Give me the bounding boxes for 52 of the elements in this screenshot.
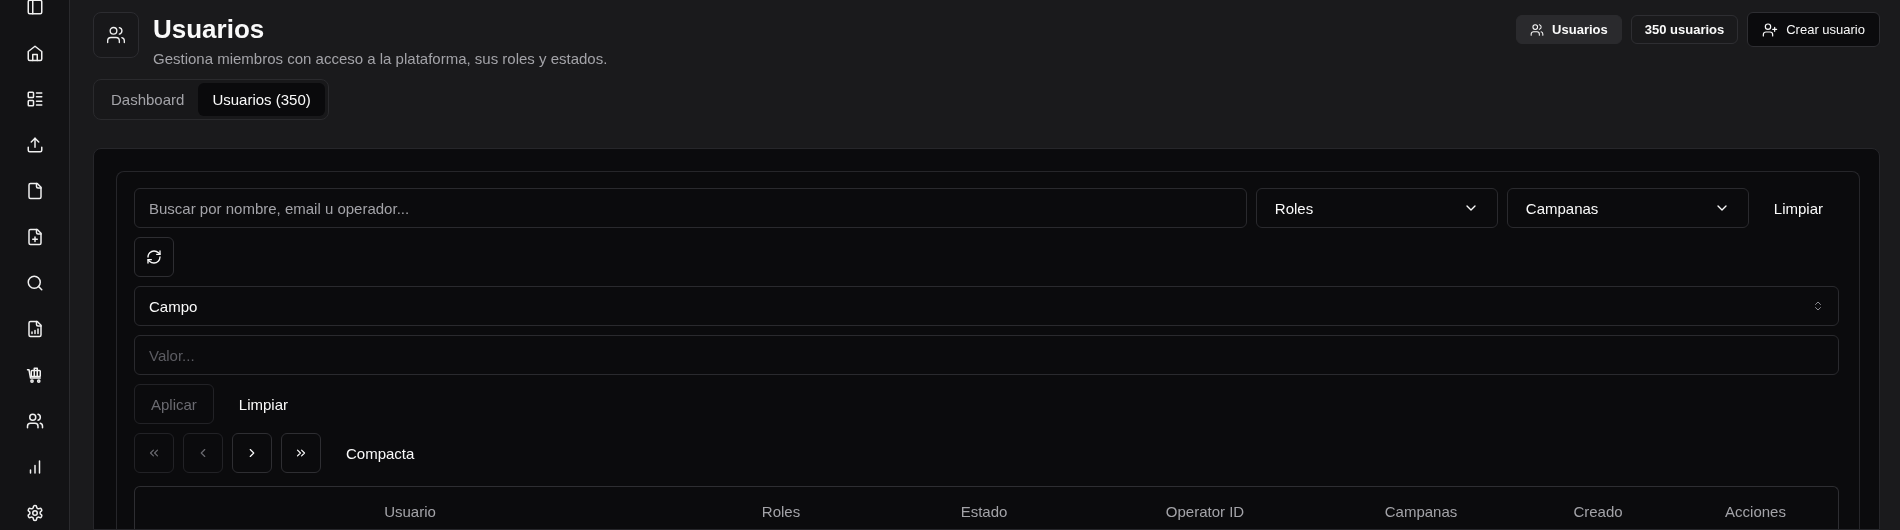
tab[interactable]: Usuarios (350) <box>198 83 325 116</box>
sidebar-toggle-icon <box>25 0 44 16</box>
search-icon <box>25 274 44 292</box>
users-badge: Usuarios <box>1516 15 1622 44</box>
up-down-icon <box>1812 300 1824 312</box>
column-header: Campanas <box>1383 503 1459 520</box>
tab[interactable]: Dashboard <box>97 83 199 116</box>
sidebar-link[interactable] <box>25 0 44 16</box>
double-chevron-left-icon <box>147 446 161 460</box>
page-subtitle: Gestiona miembros con acceso a la plataforma, sus roles y estados. <box>153 50 608 67</box>
cart-icon <box>25 366 44 384</box>
users-icon <box>106 25 126 45</box>
upload-icon <box>25 136 44 154</box>
refresh-button[interactable] <box>134 237 174 277</box>
sidebar-link[interactable] <box>25 182 44 200</box>
filter-dropdown[interactable]: Roles <box>1255 188 1498 228</box>
column-header: Creado <box>1572 503 1624 520</box>
sidebar-link[interactable] <box>25 320 44 338</box>
column-header: Usuario <box>383 503 437 520</box>
page-title: Usuarios <box>153 14 266 44</box>
sidebar-link[interactable] <box>25 136 44 154</box>
sidebar-link[interactable] <box>25 366 44 384</box>
home-icon <box>25 44 44 62</box>
sidebar-link[interactable] <box>25 274 44 292</box>
document-chart-icon <box>25 320 44 338</box>
create-user-button[interactable]: Crear usuario <box>1747 12 1880 47</box>
sidebar-link[interactable] <box>25 228 44 246</box>
field-select[interactable]: Campo <box>134 286 1839 326</box>
filter-dropdown[interactable]: Campanas <box>1506 188 1749 228</box>
sidebar-link[interactable] <box>25 90 44 108</box>
value-field[interactable]: Valor... <box>134 335 1839 375</box>
column-header: Estado <box>959 503 1009 520</box>
refresh-icon <box>146 249 162 265</box>
column-header: Operator ID <box>1164 503 1246 520</box>
sidebar-link[interactable] <box>25 412 44 430</box>
users-icon <box>1530 22 1545 37</box>
column-header: Roles <box>760 503 802 520</box>
clear-button[interactable]: Limpiar <box>222 387 305 421</box>
column-header: Acciones <box>1724 503 1787 520</box>
clear-button[interactable]: Limpiar <box>1757 191 1839 225</box>
document-icon <box>25 182 44 200</box>
sidebar-link[interactable] <box>25 504 44 522</box>
user-plus-icon <box>1762 21 1779 38</box>
sidebar-link[interactable] <box>25 44 44 62</box>
document-plus-icon <box>25 228 44 246</box>
list-icon <box>25 90 44 108</box>
users-icon <box>25 412 44 430</box>
double-chevron-right-icon <box>294 446 308 460</box>
search-field[interactable]: Buscar por nombre, email u operador... <box>134 188 1247 228</box>
density-toggle[interactable]: Compacta <box>330 436 431 470</box>
settings-icon <box>25 504 44 522</box>
count-badge: 350 usuarios <box>1630 15 1739 44</box>
